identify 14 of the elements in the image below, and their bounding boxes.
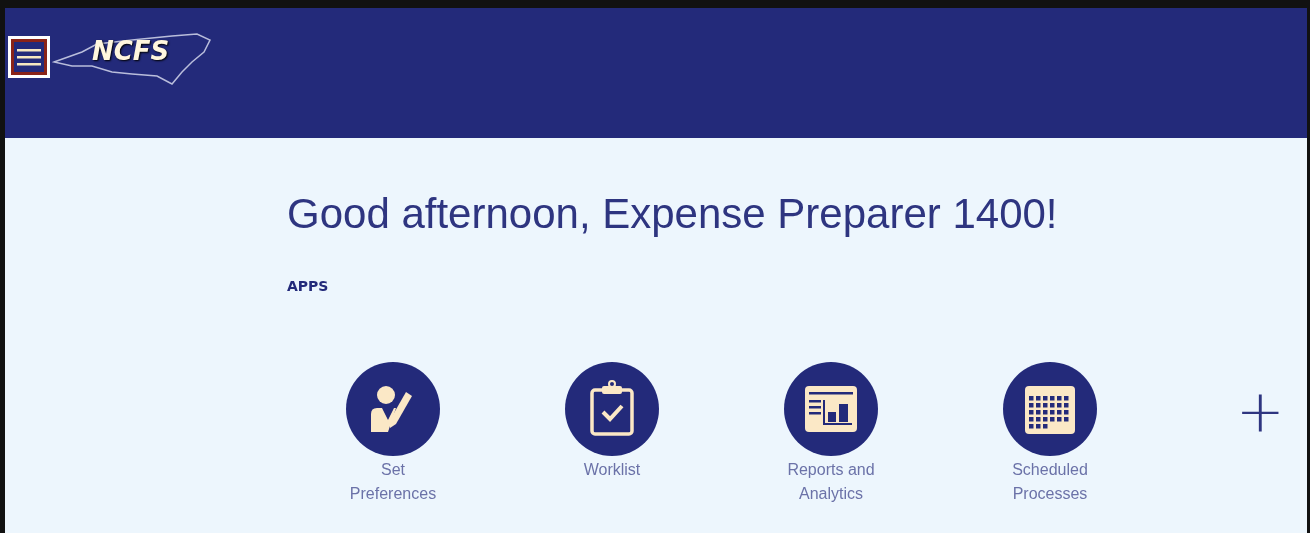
greeting-heading: Good afternoon, Expense Preparer 1400! [287, 190, 1059, 238]
add-button[interactable]: + [1236, 382, 1285, 440]
clipboard-check-icon [565, 362, 659, 456]
report-chart-icon [784, 362, 878, 456]
app-tile[interactable]: Set Preferences [300, 362, 486, 506]
person-pencil-icon [346, 362, 440, 456]
app-tile[interactable]: Worklist [519, 362, 705, 482]
logo-text: NCFS [92, 36, 170, 66]
calendar-icon [1003, 362, 1097, 456]
app-tile[interactable]: Reports and Analytics [738, 362, 924, 506]
app-tile[interactable]: Scheduled Processes [957, 362, 1143, 506]
section-title: APPS [287, 278, 330, 294]
menu-icon [16, 46, 42, 68]
menu-button[interactable] [8, 36, 50, 78]
